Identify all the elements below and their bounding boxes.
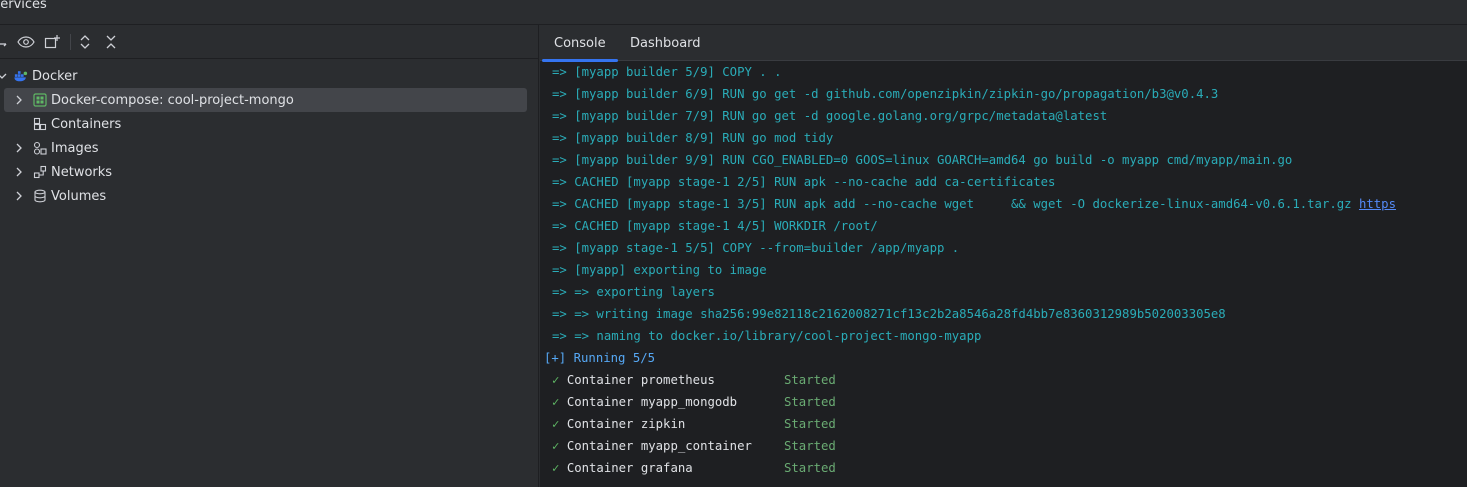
tree-label-compose: Docker-compose: cool-project-mongo [51,92,294,108]
console-line: => [myapp builder 7/9] RUN go get -d goo… [552,109,1108,123]
chevron-right-icon[interactable] [13,142,25,154]
container-status: Started [784,373,836,387]
container-status-line: ✓ Container prometheus Started [552,369,836,391]
console-line: => [myapp builder 9/9] RUN CGO_ENABLED=0… [552,153,1293,167]
container-status: Started [784,395,836,409]
console-line: => => naming to docker.io/library/cool-p… [552,329,982,343]
tree-node-docker-compose[interactable]: Docker-compose: cool-project-mongo [4,88,527,112]
container-status: Started [784,461,836,475]
tree-label-containers: Containers [51,116,122,132]
tab-console[interactable]: Console [542,25,618,62]
console-line: => [myapp builder 8/9] RUN go mod tidy [552,131,834,145]
tree-node-containers[interactable]: Containers [0,112,527,136]
console-line: => [myapp] exporting to image [552,263,767,277]
check-icon: ✓ [552,373,560,387]
new-group-icon[interactable] [42,32,62,52]
tab-dashboard[interactable]: Dashboard [618,25,713,61]
container-status-line: ✓ Container zipkin Started [552,413,836,435]
tree-node-docker[interactable]: Docker [0,64,527,88]
container-name: Container prometheus [566,373,715,387]
check-icon: ✓ [552,461,560,475]
container-status-line: ✓ Container myapp_container Started [552,435,836,457]
tab-bar: Console Dashboard [540,25,1467,62]
console-running-line: [+] Running 5/5 [544,351,656,365]
tree-label-networks: Networks [51,164,113,180]
console-line: => [myapp builder 6/9] RUN go get -d git… [552,87,1219,101]
console-line: => CACHED [myapp stage-1 3/5] RUN apk ad… [552,193,1396,215]
console-line-text: => CACHED [myapp stage-1 3/5] RUN apk ad… [552,197,1359,211]
images-icon [33,141,47,155]
expand-all-icon[interactable] [75,32,95,52]
networks-icon [33,165,47,179]
check-icon: ✓ [552,439,560,453]
tree-node-volumes[interactable]: Volumes [0,184,527,208]
container-name: Container myapp_container [566,439,752,453]
tree-label-docker: Docker [32,68,78,84]
panel-title: Services [0,0,47,12]
console-line: => [myapp stage-1 5/5] COPY --from=build… [552,241,960,255]
container-name: Container myapp_mongodb [566,395,738,409]
chevron-right-icon[interactable] [13,190,25,202]
compose-icon [33,93,47,107]
container-status: Started [784,417,836,431]
chevron-down-icon[interactable] [0,70,8,82]
container-name: Container grafana [566,461,693,475]
console-line: => => exporting layers [552,285,715,299]
containers-icon [33,117,47,131]
console-line: => => writing image sha256:99e82118c2162… [552,307,1226,321]
console-output: => [myapp builder 5/9] COPY . . => [myap… [540,61,1467,487]
container-status: Started [784,439,836,453]
container-status-line: ✓ Container grafana Started [552,457,836,479]
tree-node-images[interactable]: Images [0,136,527,160]
volumes-icon [33,189,47,203]
chevron-right-icon[interactable] [13,166,25,178]
console-line: => [myapp builder 5/9] COPY . . [552,65,782,79]
toolbar-separator [70,34,71,50]
services-toolbar [0,25,539,59]
console-line: => CACHED [myapp stage-1 2/5] RUN apk --… [552,175,1056,189]
tree-label-volumes: Volumes [51,188,107,204]
collapse-option-icon[interactable] [0,32,14,52]
tree-label-images: Images [51,140,99,156]
check-icon: ✓ [552,395,560,409]
services-tree-panel: Docker Docker-compose: cool-project-mong… [0,25,539,487]
tree-node-networks[interactable]: Networks [0,160,527,184]
eye-icon[interactable] [16,32,36,52]
check-icon: ✓ [552,417,560,431]
docker-icon [14,69,28,83]
chevron-right-icon[interactable] [13,94,25,106]
container-name: Container zipkin [566,417,686,431]
title-bar: Services [0,0,1467,25]
collapse-all-icon[interactable] [101,32,121,52]
container-status-line: ✓ Container myapp_mongodb Started [552,391,836,413]
details-panel: Console Dashboard => [myapp builder 5/9]… [540,25,1467,487]
console-line: => CACHED [myapp stage-1 4/5] WORKDIR /r… [552,219,878,233]
console-link[interactable]: https [1359,197,1396,211]
